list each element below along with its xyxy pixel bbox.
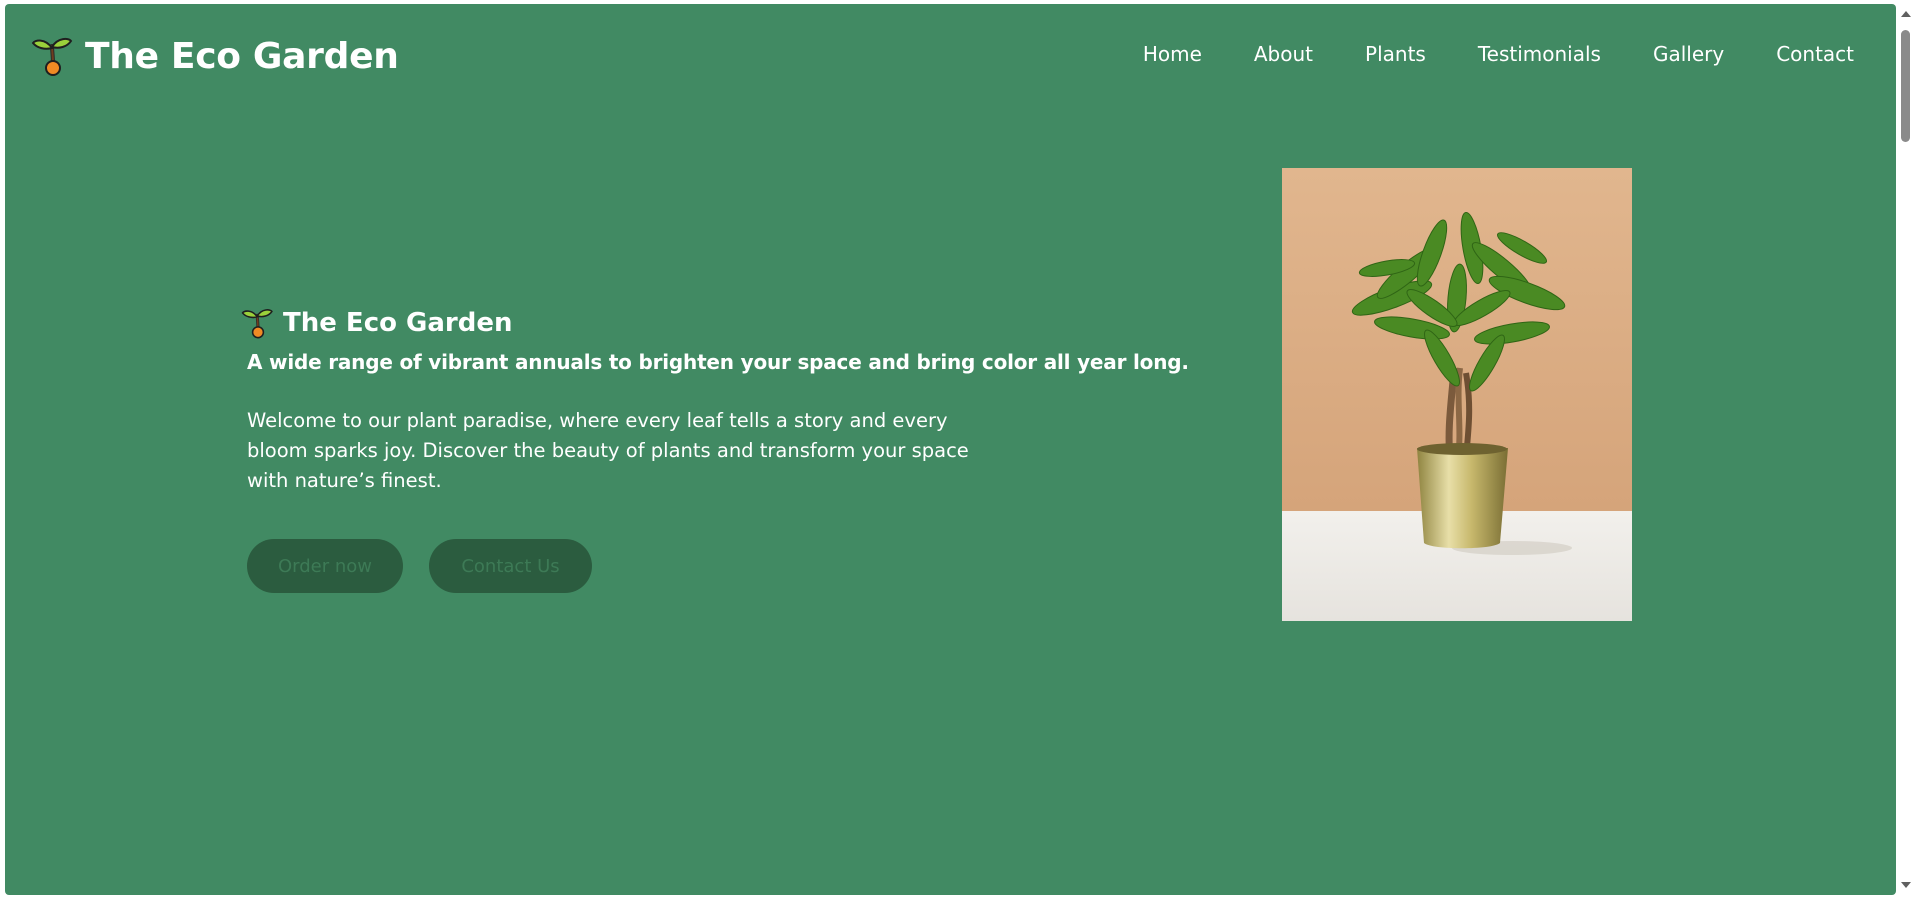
hero-description: Welcome to our plant paradise, where eve… (247, 409, 969, 492)
brand-logo[interactable]: The Eco Garden (31, 34, 399, 78)
hero-title-text: The Eco Garden (283, 308, 513, 338)
scroll-down-arrow-icon[interactable] (1896, 875, 1915, 895)
sprout-icon (31, 34, 75, 78)
brand-name: The Eco Garden (85, 35, 399, 77)
nav-plants[interactable]: Plants (1365, 42, 1426, 66)
nav-home[interactable]: Home (1143, 42, 1202, 66)
hero-title: The Eco Garden (241, 306, 512, 340)
sprout-icon (241, 306, 275, 340)
nav-about[interactable]: About (1254, 42, 1313, 66)
hero-plant-image (1282, 168, 1632, 621)
nav-gallery[interactable]: Gallery (1653, 42, 1724, 66)
scrollbar-thumb[interactable] (1901, 30, 1910, 142)
landing-page: The Eco Garden Home About Plants Testimo… (5, 4, 1896, 895)
scroll-up-arrow-icon[interactable] (1896, 4, 1915, 24)
contact-us-button[interactable]: Contact Us (429, 539, 592, 593)
nav-testimonials[interactable]: Testimonials (1478, 42, 1601, 66)
browser-viewport: The Eco Garden Home About Plants Testimo… (0, 0, 1920, 899)
order-now-button[interactable]: Order now (247, 539, 403, 593)
nav-contact[interactable]: Contact (1776, 42, 1854, 66)
vertical-scrollbar[interactable] (1896, 4, 1915, 895)
hero-tagline: A wide range of vibrant annuals to brigh… (247, 350, 1189, 374)
main-nav: Home About Plants Testimonials Gallery C… (1143, 42, 1854, 66)
